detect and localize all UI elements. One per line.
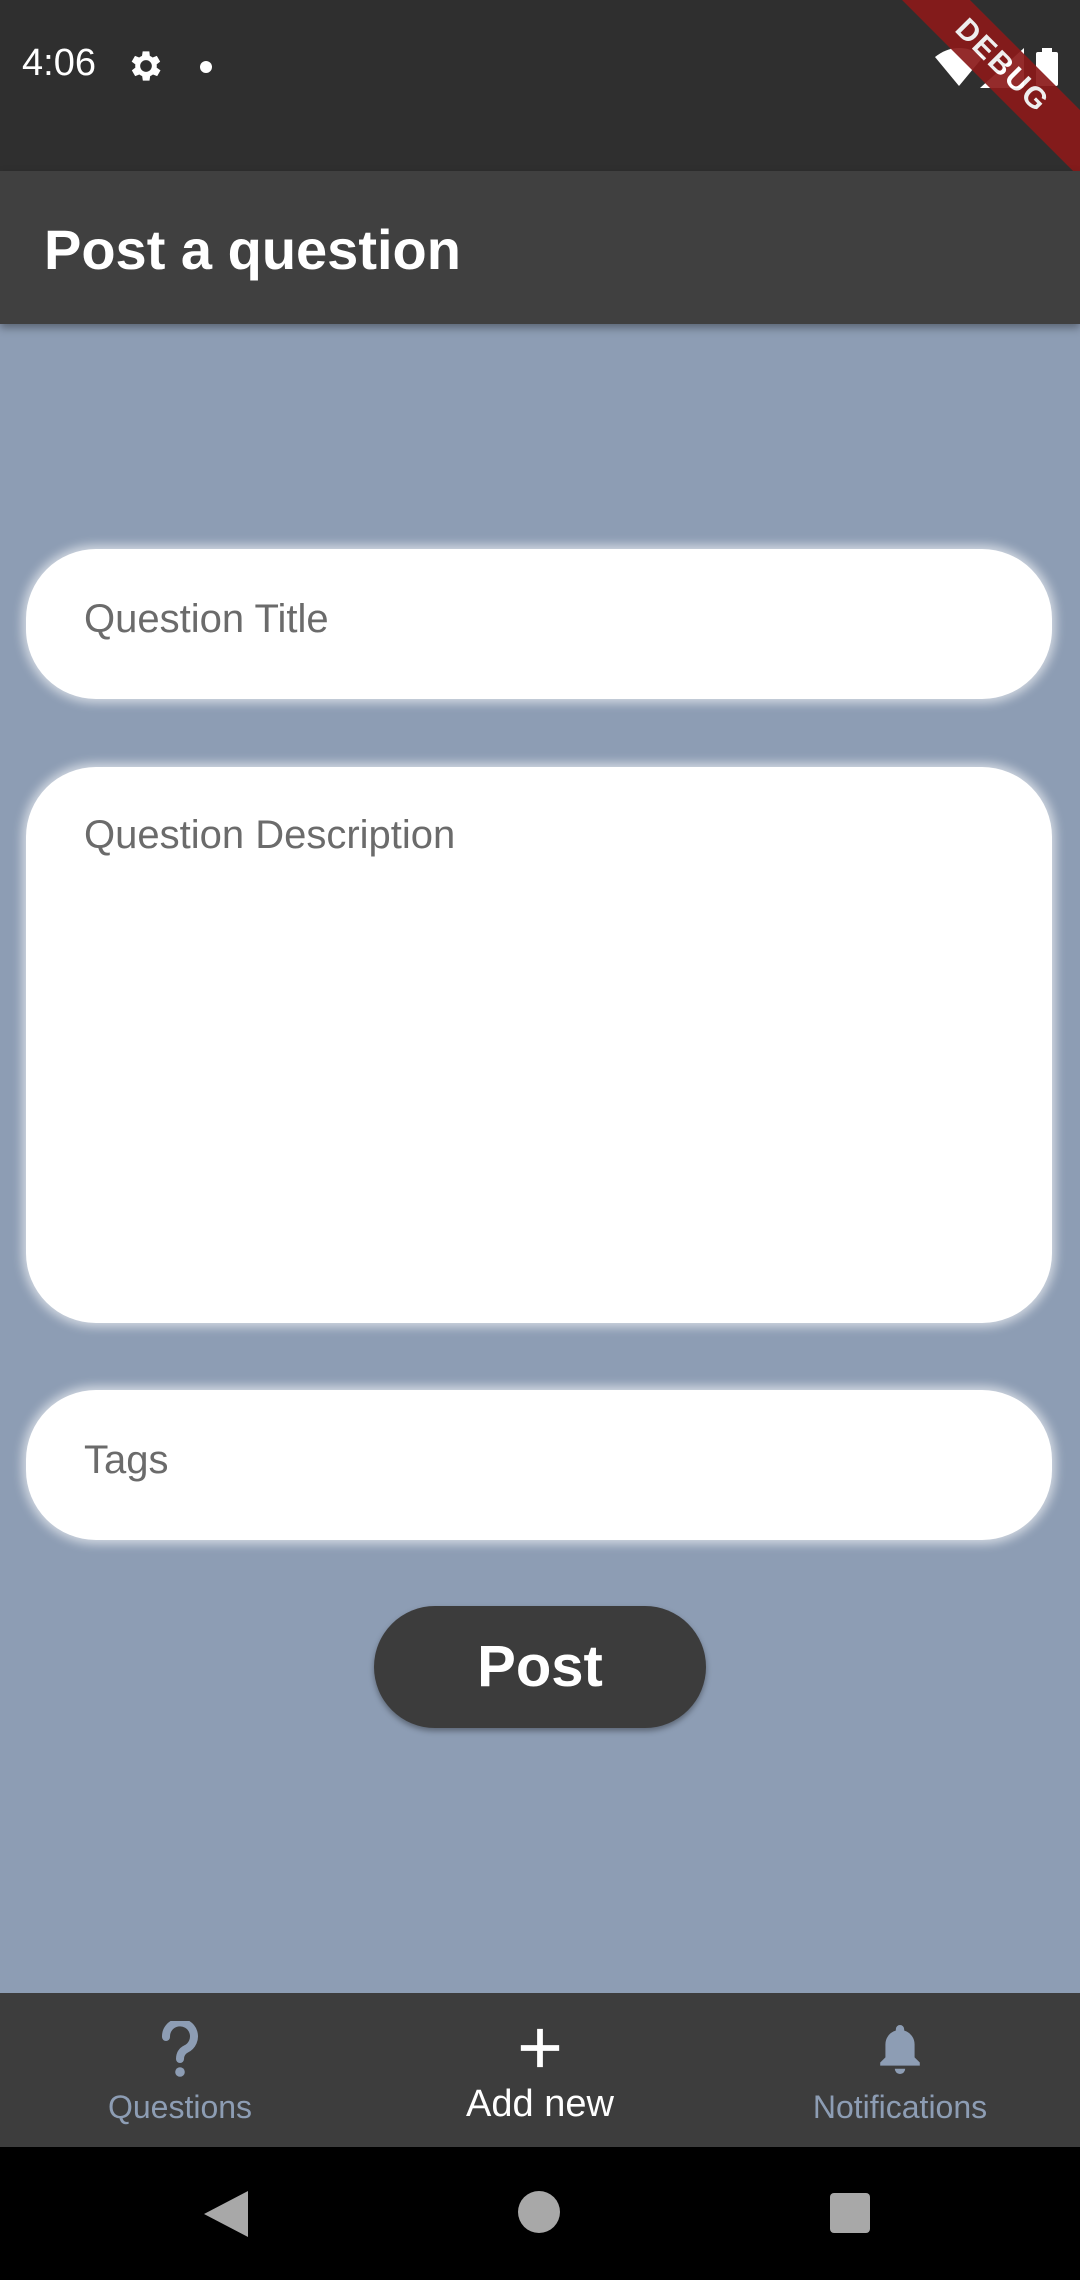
question-title-placeholder: Question Title: [84, 597, 329, 641]
plus-icon: [520, 2028, 560, 2068]
recent-apps-icon[interactable]: [830, 2193, 870, 2233]
notification-dot-icon: [200, 61, 212, 73]
nav-label-questions: Questions: [107, 2089, 253, 2125]
nav-item-notifications[interactable]: Notifications: [770, 1993, 1030, 2147]
nav-label-add-new: Add new: [466, 2083, 614, 2125]
page-title: Post a question: [44, 218, 461, 281]
debug-ribbon: DEBUG: [878, 0, 1080, 190]
nav-item-questions[interactable]: Questions: [60, 1993, 300, 2147]
bottom-navigation: Questions Add new Notifications: [0, 1993, 1080, 2147]
status-bar: 4:06 DEBUG: [0, 0, 1080, 190]
home-icon[interactable]: [518, 2191, 560, 2233]
tags-input[interactable]: Tags: [26, 1390, 1052, 1540]
post-button[interactable]: Post: [374, 1606, 706, 1728]
tags-placeholder: Tags: [84, 1438, 169, 1482]
nav-label-notifications: Notifications: [812, 2089, 988, 2125]
status-time: 4:06: [22, 42, 96, 84]
back-icon[interactable]: [204, 2191, 248, 2237]
nav-item-add-new[interactable]: Add new: [420, 1993, 660, 2147]
bell-icon: [880, 2025, 920, 2074]
app-bar: Post a question: [0, 171, 1080, 324]
settings-gear-icon: [131, 51, 161, 81]
question-mark-icon: [162, 2021, 198, 2077]
question-description-placeholder: Question Description: [84, 813, 456, 857]
question-description-input[interactable]: Question Description: [26, 767, 1052, 1323]
question-title-input[interactable]: Question Title: [26, 549, 1052, 699]
system-navigation-bar: [0, 2147, 1080, 2280]
